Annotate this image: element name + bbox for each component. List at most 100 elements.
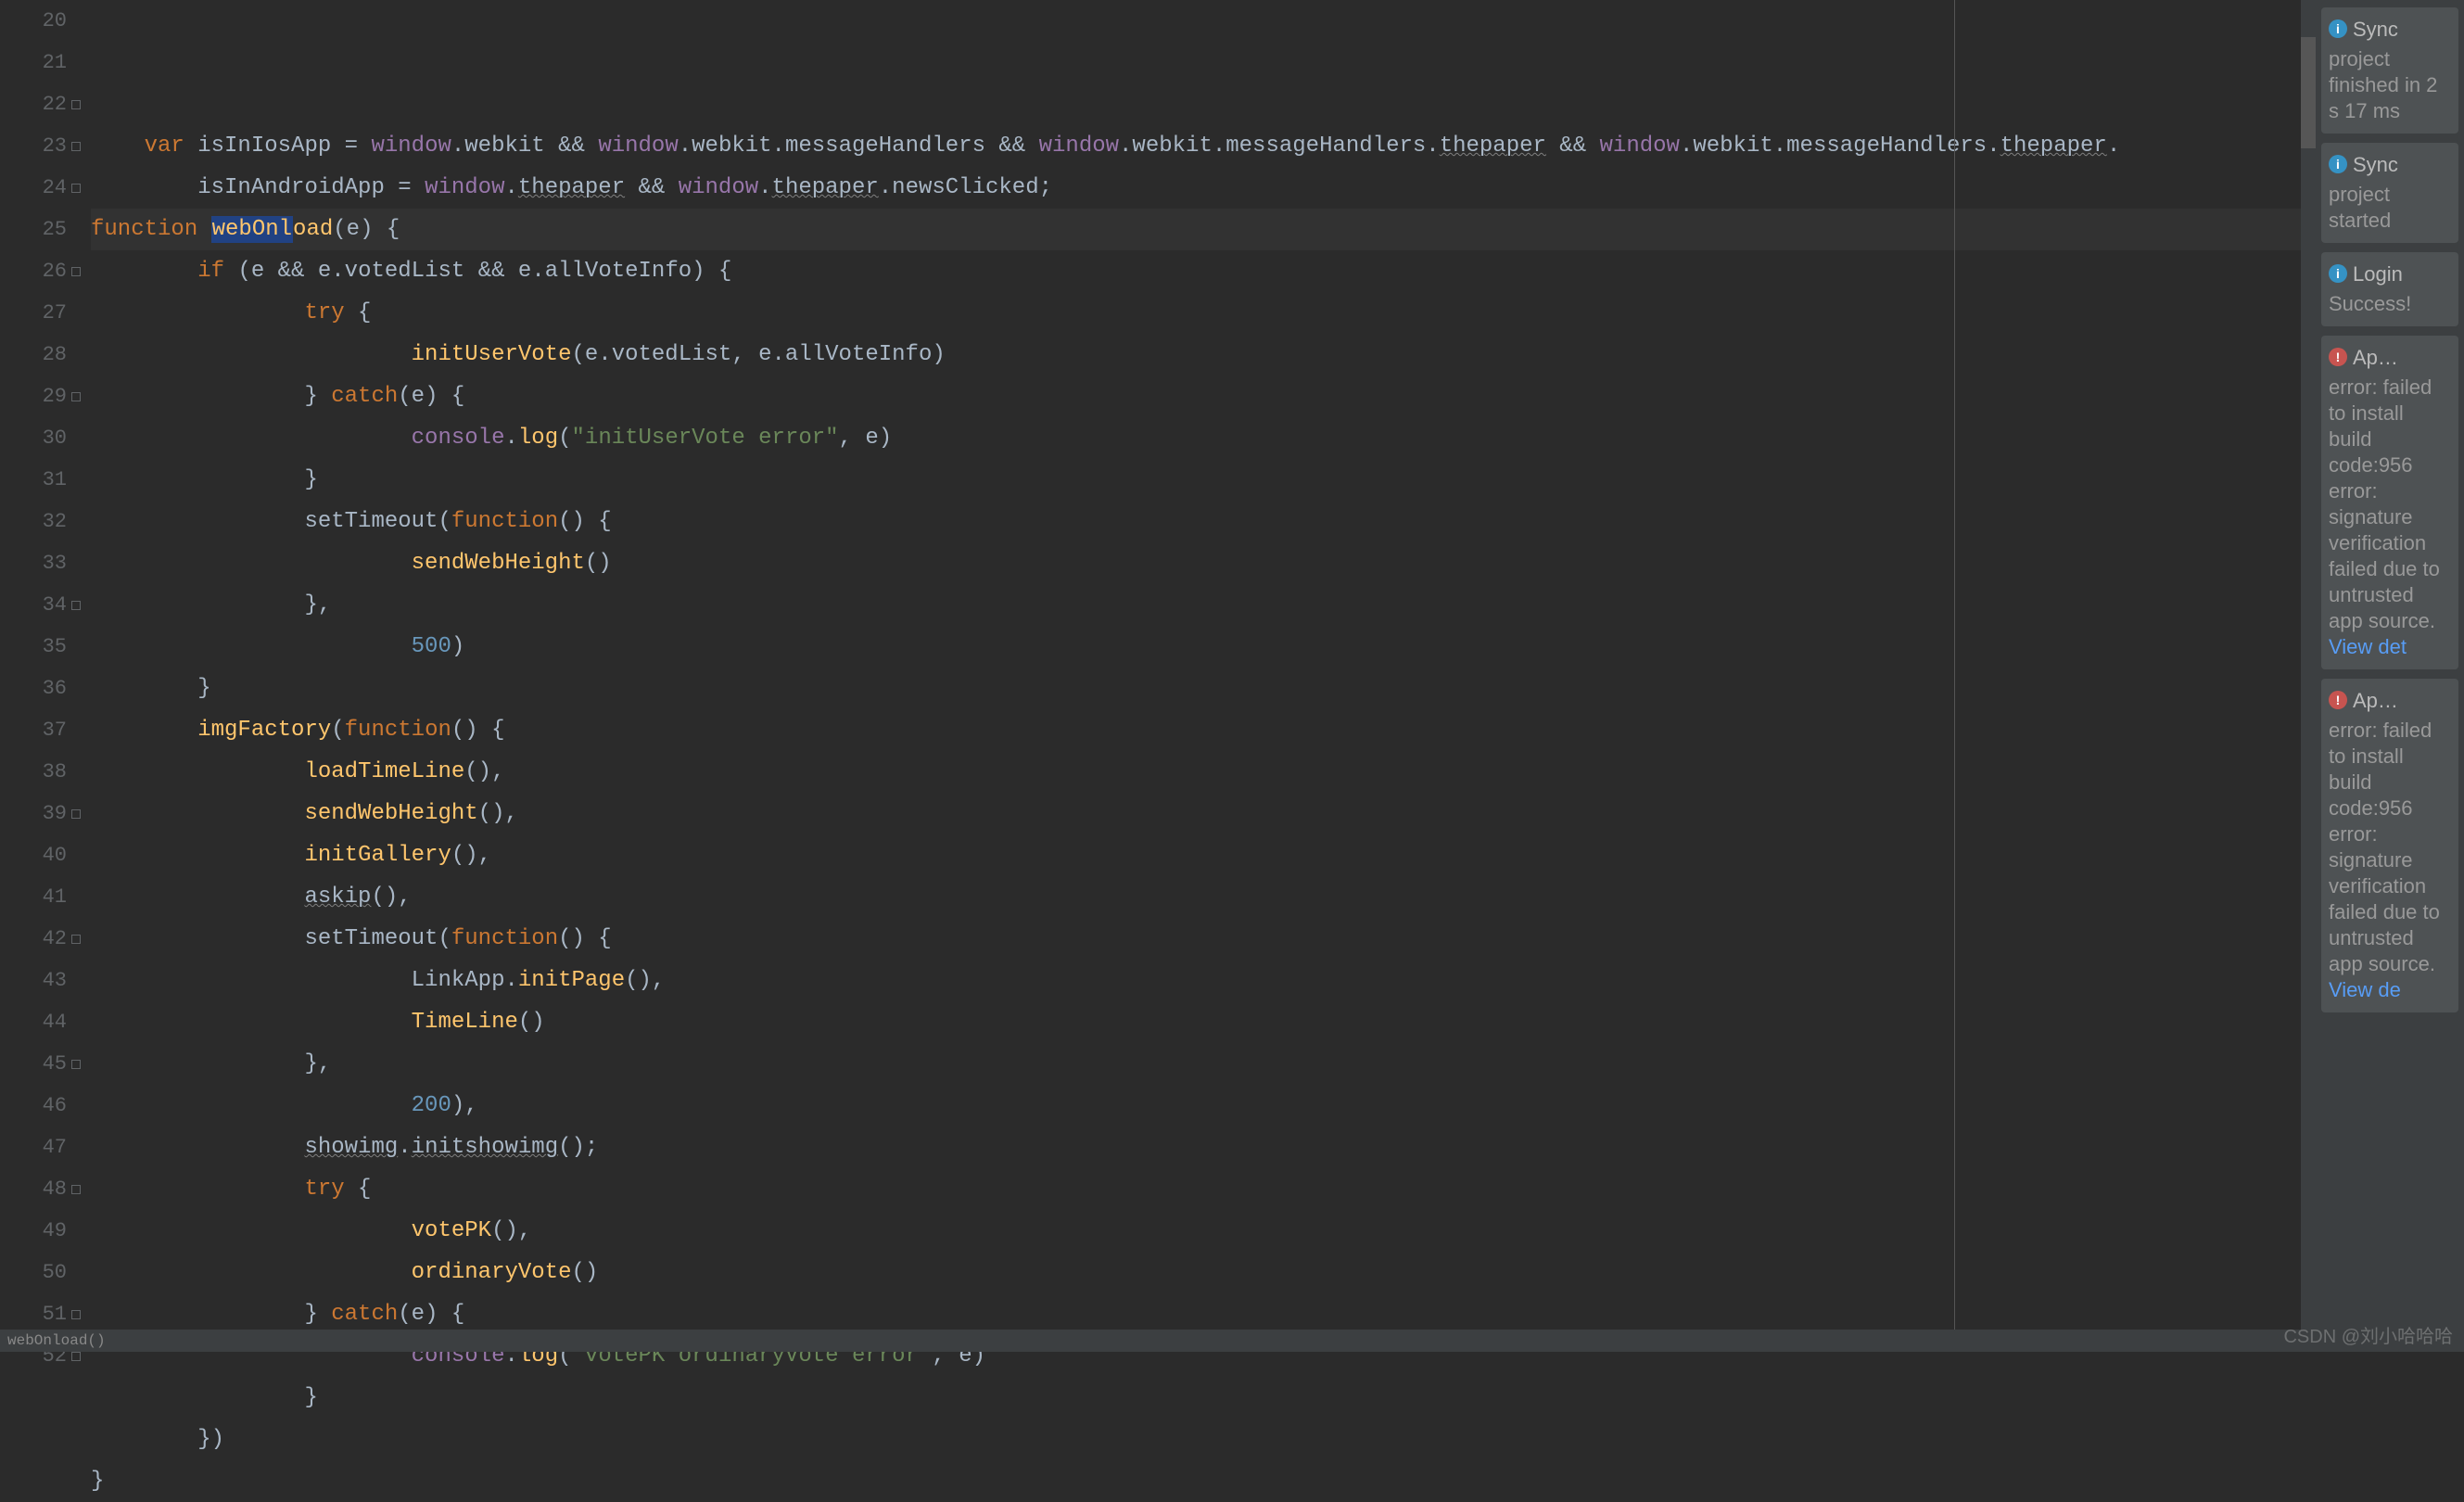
code-line[interactable]: askip(), xyxy=(91,876,2301,918)
token: ( xyxy=(558,426,571,451)
token: (), xyxy=(478,801,518,826)
line-gutter: 2021222324252627282930313233343536373839… xyxy=(0,0,83,1352)
line-number: 50 xyxy=(0,1252,67,1293)
token: .webkit && xyxy=(451,134,598,159)
code-line[interactable]: setTimeout(function() { xyxy=(91,501,2301,542)
token: isInIosApp = xyxy=(197,134,371,159)
line-number: 31 xyxy=(0,459,67,501)
code-line[interactable]: } xyxy=(91,1460,2301,1502)
fold-toggle-icon[interactable] xyxy=(71,935,81,944)
token: askip xyxy=(304,885,371,910)
code-line[interactable]: var isInIosApp = window.webkit && window… xyxy=(91,125,2301,167)
token: try xyxy=(304,300,358,325)
code-line[interactable]: try { xyxy=(91,1168,2301,1210)
code-line[interactable]: LinkApp.initPage(), xyxy=(91,960,2301,1001)
notification-card[interactable]: iLoginSuccess! xyxy=(2321,252,2458,326)
code-line[interactable]: 500) xyxy=(91,626,2301,668)
line-number: 39 xyxy=(0,793,67,834)
token: } xyxy=(304,384,331,409)
line-number: 48 xyxy=(0,1168,67,1210)
token: . xyxy=(398,1135,411,1160)
fold-toggle-icon[interactable] xyxy=(71,1310,81,1319)
code-line[interactable]: } xyxy=(91,668,2301,709)
notification-card[interactable]: !Ap…error: failed to install build code:… xyxy=(2321,336,2458,669)
code-line[interactable]: }, xyxy=(91,1043,2301,1085)
code-editor[interactable]: var isInIosApp = window.webkit && window… xyxy=(83,0,2301,1352)
token: thepaper xyxy=(2000,134,2107,159)
code-line[interactable]: sendWebHeight(), xyxy=(91,793,2301,834)
token: } xyxy=(91,1469,104,1494)
fold-toggle-icon[interactable] xyxy=(71,100,81,109)
line-number: 40 xyxy=(0,834,67,876)
token: .allVoteInfo) xyxy=(772,342,946,367)
token: () { xyxy=(558,509,612,534)
notification-link[interactable]: View de xyxy=(2329,977,2451,1003)
code-line[interactable]: isInAndroidApp = window.thepaper && wind… xyxy=(91,167,2301,209)
line-number: 44 xyxy=(0,1001,67,1043)
token: "initUserVote error" xyxy=(572,426,839,451)
token: .votedList, xyxy=(598,342,758,367)
notification-card[interactable]: iSyncproject finished in 2 s 17 ms xyxy=(2321,7,2458,134)
notification-card[interactable]: !Ap…error: failed to install build code:… xyxy=(2321,679,2458,1012)
token: isInAndroidApp = xyxy=(197,175,425,200)
token: var xyxy=(145,134,198,159)
code-line[interactable]: } catch(e) { xyxy=(91,376,2301,417)
token: function xyxy=(451,926,558,951)
code-line[interactable]: function webOnload(e) { xyxy=(91,209,2301,250)
code-line[interactable]: sendWebHeight() xyxy=(91,542,2301,584)
token: oad xyxy=(293,217,333,242)
token: .webkit.messageHandlers. xyxy=(1119,134,1440,159)
code-line[interactable]: console.log("initUserVote error", e) xyxy=(91,417,2301,459)
fold-toggle-icon[interactable] xyxy=(71,601,81,610)
code-line[interactable]: votePK(), xyxy=(91,1210,2301,1252)
code-line[interactable]: } xyxy=(91,1377,2301,1419)
code-line[interactable]: setTimeout(function() { xyxy=(91,918,2301,960)
notifications-panel: iSyncproject finished in 2 s 17 msiSyncp… xyxy=(2316,0,2464,1352)
token: window xyxy=(371,134,451,159)
line-number: 33 xyxy=(0,542,67,584)
token: .webkit.messageHandlers && xyxy=(679,134,1039,159)
code-line[interactable]: initUserVote(e.votedList, e.allVoteInfo) xyxy=(91,334,2301,376)
line-number: 35 xyxy=(0,626,67,668)
token: try xyxy=(304,1177,358,1202)
scrollbar-minimap[interactable] xyxy=(2301,0,2316,1352)
fold-toggle-icon[interactable] xyxy=(71,1060,81,1069)
code-line[interactable]: initGallery(), xyxy=(91,834,2301,876)
notification-title: Ap… xyxy=(2353,346,2398,369)
code-line[interactable]: ordinaryVote() xyxy=(91,1252,2301,1293)
notification-title: Sync xyxy=(2353,153,2398,176)
code-line[interactable]: imgFactory(function() { xyxy=(91,709,2301,751)
fold-toggle-icon[interactable] xyxy=(71,184,81,193)
line-number: 45 xyxy=(0,1043,67,1085)
code-line[interactable]: } xyxy=(91,459,2301,501)
fold-toggle-icon[interactable] xyxy=(71,142,81,151)
fold-toggle-icon[interactable] xyxy=(71,1352,81,1361)
code-line[interactable]: loadTimeLine(), xyxy=(91,751,2301,793)
code-line[interactable]: if (e && e.votedList && e.allVoteInfo) { xyxy=(91,250,2301,292)
code-line[interactable]: }) xyxy=(91,1419,2301,1460)
notification-body: error: failed to install build code:956 … xyxy=(2329,718,2451,977)
token: e xyxy=(865,426,878,451)
info-icon: i xyxy=(2329,264,2347,283)
editor-root: 2021222324252627282930313233343536373839… xyxy=(0,0,2464,1352)
scrollbar-thumb[interactable] xyxy=(2301,37,2316,148)
token: if xyxy=(197,259,237,284)
info-icon: i xyxy=(2329,19,2347,38)
fold-toggle-icon[interactable] xyxy=(71,809,81,819)
notification-link[interactable]: View det xyxy=(2329,634,2451,660)
code-line[interactable]: 200), xyxy=(91,1085,2301,1126)
token: } xyxy=(197,676,210,701)
token: function xyxy=(91,217,211,242)
notification-card[interactable]: iSyncproject started xyxy=(2321,143,2458,243)
fold-toggle-icon[interactable] xyxy=(71,392,81,401)
code-line[interactable]: try { xyxy=(91,292,2301,334)
token: }) xyxy=(197,1427,224,1452)
fold-toggle-icon[interactable] xyxy=(71,1185,81,1194)
code-line[interactable]: TimeLine() xyxy=(91,1001,2301,1043)
token: && xyxy=(625,175,679,200)
code-line[interactable]: }, xyxy=(91,584,2301,626)
code-line[interactable]: showimg.initshowimg(); xyxy=(91,1126,2301,1168)
token: LinkApp. xyxy=(412,968,518,993)
fold-toggle-icon[interactable] xyxy=(71,267,81,276)
line-number: 23 xyxy=(0,125,67,167)
